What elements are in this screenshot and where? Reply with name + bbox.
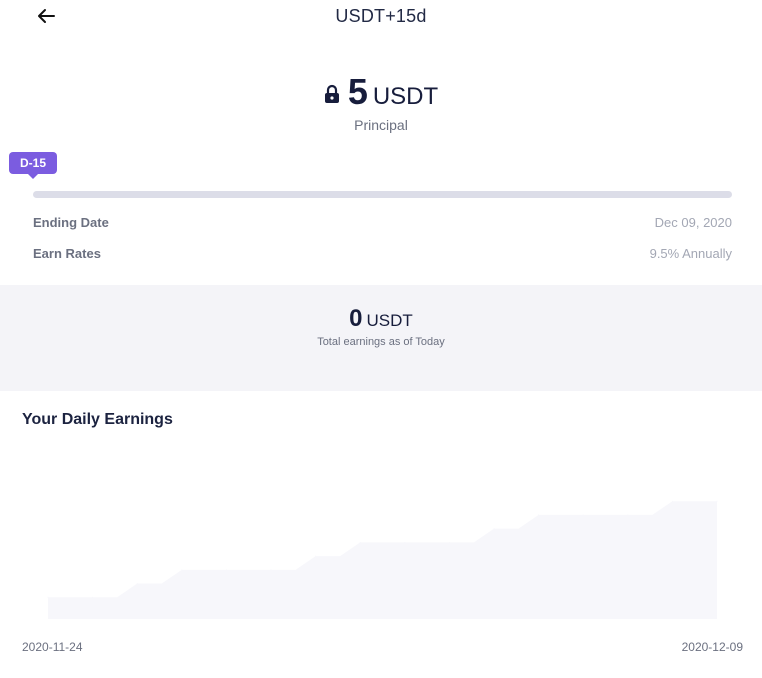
x-tick-start: 2020-11-24 — [22, 640, 83, 654]
data-point — [582, 514, 584, 516]
data-point — [716, 500, 718, 502]
principal-amount: 5 USDT — [0, 72, 762, 112]
earnings-area — [48, 501, 717, 619]
data-point — [448, 541, 450, 543]
total-earnings: 0 USDT — [0, 305, 762, 333]
page-title: USDT+15d — [335, 6, 427, 26]
earn-rates-label: Earn Rates — [33, 246, 101, 261]
progress-bar — [33, 191, 732, 198]
data-point — [359, 541, 361, 543]
data-point — [225, 569, 227, 571]
data-point — [47, 596, 49, 598]
total-earnings-label: Total earnings as of Today — [317, 336, 445, 348]
data-point — [404, 541, 406, 543]
x-tick-end: 2020-12-09 — [681, 640, 743, 654]
data-point — [627, 514, 629, 516]
data-point — [538, 514, 540, 516]
data-point — [181, 569, 183, 571]
total-earnings-panel: 0 USDT Total earnings as of Today — [0, 285, 762, 391]
data-point — [136, 583, 138, 585]
data-point — [671, 500, 673, 502]
principal-unit: USDT — [372, 83, 439, 110]
daily-earnings-title: Your Daily Earnings — [22, 411, 173, 428]
earn-rates-row: Earn Rates 9.5% Annually — [33, 246, 732, 266]
data-point — [270, 569, 272, 571]
day-badge-pointer — [28, 174, 38, 179]
ending-date-row: Ending Date Dec 09, 2020 — [33, 215, 732, 235]
ending-date-label: Ending Date — [33, 215, 109, 230]
data-point — [92, 596, 94, 598]
ending-date-value: Dec 09, 2020 — [654, 215, 732, 230]
data-point — [315, 555, 317, 557]
daily-earnings-chart — [47, 500, 718, 619]
principal-value: 5 — [347, 71, 368, 112]
data-point — [493, 528, 495, 530]
earn-rates-value: 9.5% Annually — [649, 246, 732, 261]
total-earnings-unit: USDT — [366, 311, 413, 330]
lock-icon — [324, 84, 339, 103]
principal-label: Principal — [354, 117, 408, 133]
total-earnings-value: 0 — [349, 305, 363, 332]
day-badge: D-15 — [9, 152, 57, 174]
header: USDT+15d — [0, 0, 762, 34]
